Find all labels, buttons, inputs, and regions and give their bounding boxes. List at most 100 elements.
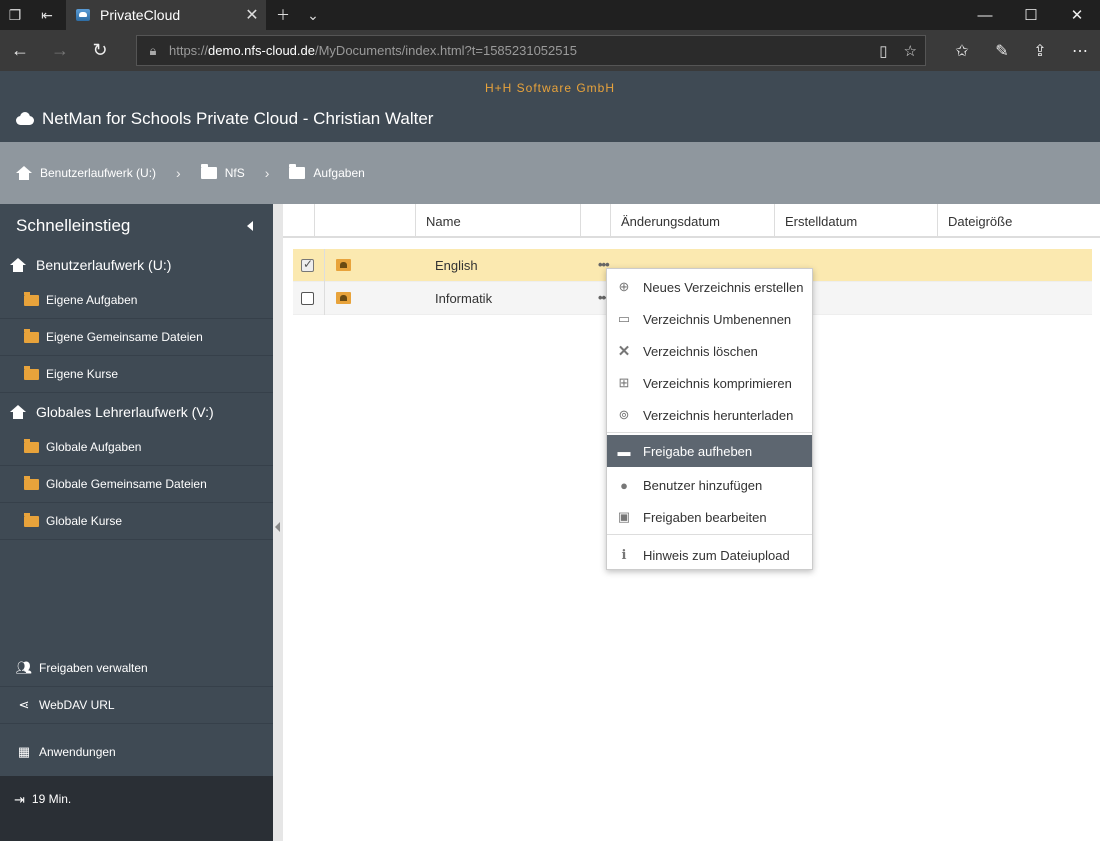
x-icon: ✕ (617, 343, 631, 360)
cloud-favicon-icon (76, 9, 90, 21)
favorite-star-icon[interactable]: ☆ (904, 42, 917, 60)
sidebar-item-label: Anwendungen (39, 744, 116, 759)
collapse-left-icon[interactable] (275, 522, 280, 532)
home-icon (10, 405, 26, 419)
home-icon (10, 258, 26, 272)
sidebar-item-label: Freigaben verwalten (39, 661, 148, 675)
column-header-created[interactable]: Erstelldatum (774, 204, 937, 238)
chevron-right-icon: › (264, 165, 270, 181)
sidebar-splitter[interactable] (273, 204, 283, 841)
share-icon[interactable]: ⇪ (1022, 30, 1058, 71)
column-header-actions (580, 204, 610, 238)
document-icon: ▭ (617, 311, 631, 326)
home-icon (16, 166, 32, 180)
folder-icon (24, 328, 39, 343)
menu-item-rename-folder[interactable]: ▭ Verzeichnis Umbenennen (607, 303, 812, 335)
collapse-left-icon[interactable] (247, 221, 253, 231)
table-header: Name Änderungsdatum Erstelldatum Dateigr… (283, 204, 1100, 238)
menu-item-label: Verzeichnis löschen (643, 343, 758, 359)
url-host: demo.nfs-cloud.de (208, 43, 315, 58)
column-header-icon (314, 204, 415, 238)
new-tab-icon[interactable]: ＋ (268, 0, 298, 30)
browser-address-bar: ← → ↻ 🔒︎ https://demo.nfs-cloud.de/MyDoc… (0, 30, 1100, 71)
download-circle-icon: ⊚ (618, 407, 630, 422)
sidebar-item-freigaben-verwalten[interactable]: 👥︎ Freigaben verwalten (0, 650, 273, 687)
chevron-right-icon: › (176, 165, 181, 181)
tab-list-chevron-icon[interactable]: ⌄ (298, 0, 328, 30)
breadcrumb-item-nfs[interactable]: NfS (200, 164, 245, 180)
column-label: Name (426, 213, 461, 229)
menu-item-add-user[interactable]: ● Benutzer hinzufügen (607, 469, 812, 501)
menu-item-compress-folder[interactable]: ⊞ Verzeichnis komprimieren (607, 367, 812, 399)
sidebar-group-user-drive[interactable]: Benutzerlaufwerk (U:) (0, 248, 273, 282)
breadcrumb: Benutzerlaufwerk (U:) › NfS › Aufgaben (0, 142, 1100, 204)
users-icon: 👥︎ (15, 660, 33, 675)
more-menu-icon[interactable]: ⋯ (1062, 30, 1098, 71)
column-divider (324, 249, 325, 282)
url-input[interactable]: 🔒︎ https://demo.nfs-cloud.de/MyDocuments… (136, 35, 926, 66)
menu-item-label: Freigaben bearbeiten (643, 509, 767, 525)
column-header-modified[interactable]: Änderungsdatum (610, 204, 774, 238)
refresh-icon[interactable]: ↻ (80, 30, 120, 71)
app-header: H+H Software GmbH NetMan for Schools Pri… (0, 71, 1100, 142)
reading-view-icon[interactable]: ▯ (879, 42, 887, 60)
menu-item-delete-folder[interactable]: ✕ Verzeichnis löschen (607, 335, 812, 367)
pen-icon[interactable]: ✎ (984, 30, 1020, 71)
tab-close-icon[interactable]: ✕ (238, 5, 266, 25)
row-name[interactable]: English (435, 258, 478, 273)
column-header-size[interactable]: Dateigröße (937, 204, 1100, 238)
breadcrumb-item-aufgaben[interactable]: Aufgaben (289, 164, 365, 180)
favorites-list-icon[interactable]: ✩ (944, 30, 980, 71)
menu-item-edit-shares[interactable]: ▣ Freigaben bearbeiten (607, 501, 812, 533)
folder-unshare-icon: ▬ (617, 443, 631, 459)
menu-item-download-folder[interactable]: ⊚ Verzeichnis herunterladen (607, 399, 812, 431)
shared-folder-icon (336, 259, 351, 271)
lock-icon: 🔒︎ (149, 42, 157, 58)
sidebar-title: Schnelleinstieg (16, 216, 131, 235)
logout-icon: ⇥ (14, 792, 25, 807)
shared-folder-icon (336, 292, 351, 304)
browser-tab[interactable]: PrivateCloud ✕ (66, 0, 266, 30)
row-checkbox[interactable] (301, 257, 314, 272)
row-name[interactable]: Informatik (435, 291, 492, 306)
row-checkbox[interactable] (301, 292, 314, 305)
sidebar-item-globale-kurse[interactable]: Globale Kurse (0, 503, 273, 540)
sidebar-item-globale-gemeinsame-dateien[interactable]: Globale Gemeinsame Dateien (0, 466, 273, 503)
menu-divider (607, 432, 812, 433)
sidebar-item-webdav-url[interactable]: ⋖ WebDAV URL (0, 687, 273, 724)
close-window-icon[interactable]: ✕ (1054, 0, 1100, 30)
menu-item-new-folder[interactable]: ⊕ Neues Verzeichnis erstellen (607, 271, 812, 303)
sidebar-item-eigene-aufgaben[interactable]: Eigene Aufgaben (0, 282, 273, 319)
company-name: H+H Software GmbH (484, 81, 616, 95)
cloud-icon (16, 112, 34, 126)
url-prefix: https:// (169, 43, 209, 58)
maximize-icon[interactable]: ☐ (1008, 0, 1054, 30)
sidebar-item-anwendungen[interactable]: ▦ Anwendungen (0, 733, 273, 770)
sidebar-header: Schnelleinstieg (0, 204, 273, 248)
users-card-icon: ▣ (617, 509, 631, 524)
menu-item-upload-hint[interactable]: i Hinweis zum Dateiupload (607, 539, 812, 571)
info-icon: i (621, 547, 627, 563)
minimize-icon[interactable]: — (962, 0, 1008, 30)
session-time: 19 Min. (31, 792, 72, 806)
column-header-name[interactable]: Name (415, 204, 580, 238)
breadcrumb-label: NfS (224, 166, 245, 180)
tab-actions-icon[interactable]: ❐ (0, 0, 30, 30)
menu-item-remove-share[interactable]: ▬ Freigabe aufheben (607, 435, 812, 467)
sidebar-item-label: Globale Kurse (46, 514, 123, 528)
sidebar-group-teacher-drive[interactable]: Globales Lehrerlaufwerk (V:) (0, 395, 273, 429)
session-timer[interactable]: ⇥ 19 Min. (0, 776, 273, 841)
sidebar-item-eigene-gemeinsame-dateien[interactable]: Eigene Gemeinsame Dateien (0, 319, 273, 356)
breadcrumb-item-home[interactable]: Benutzerlaufwerk (U:) (16, 166, 156, 180)
folder-icon (24, 438, 39, 453)
back-arrow-icon[interactable]: ← (0, 30, 40, 71)
sidebar-item-eigene-kurse[interactable]: Eigene Kurse (0, 356, 273, 393)
plus-circle-icon: ⊕ (618, 279, 630, 294)
menu-item-label: Verzeichnis herunterladen (643, 407, 794, 423)
set-aside-tabs-icon[interactable]: ⇤ (32, 0, 62, 30)
folder-icon (24, 365, 39, 380)
app-title-text: NetMan for Schools Private Cloud - Chris… (42, 109, 434, 128)
sidebar-item-label: WebDAV URL (39, 698, 115, 712)
sidebar-item-globale-aufgaben[interactable]: Globale Aufgaben (0, 429, 273, 466)
forward-arrow-icon[interactable]: → (40, 30, 80, 71)
